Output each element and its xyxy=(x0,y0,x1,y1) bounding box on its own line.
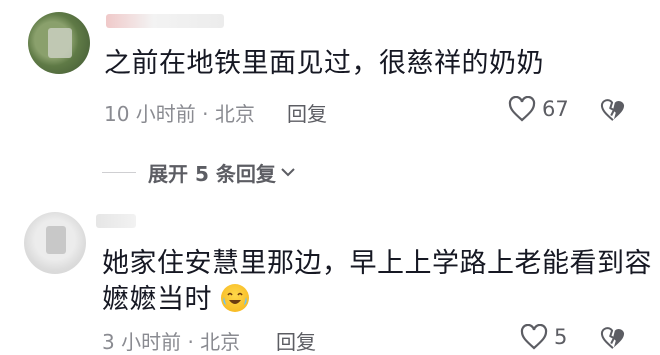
chevron-down-icon xyxy=(281,168,295,177)
laughing-crying-emoji-icon xyxy=(221,283,250,312)
broken-heart-icon xyxy=(600,327,625,349)
expand-replies-label[interactable]: 展开 5 条回复 xyxy=(148,158,276,187)
dislike-button[interactable] xyxy=(600,98,626,126)
comment-meta: 3 小时前 · 北京 xyxy=(102,330,241,354)
avatar[interactable] xyxy=(24,212,86,274)
comment-text-line-2-text: 嬷嬷当时 xyxy=(102,284,212,315)
divider xyxy=(102,171,136,173)
like-count: 67 xyxy=(542,97,569,121)
username-redacted[interactable] xyxy=(106,14,224,28)
like-count: 5 xyxy=(554,325,568,349)
broken-heart-icon xyxy=(600,99,625,121)
avatar-blur xyxy=(48,28,72,58)
dislike-button[interactable] xyxy=(600,326,626,354)
expand-replies[interactable]: 展开 5 条回复 xyxy=(102,157,296,187)
comment-text-line-1: 她家住安慧里那边，早上上学路上老能看到容 xyxy=(102,248,652,279)
heart-icon xyxy=(520,324,548,350)
like-button[interactable]: 67 xyxy=(508,96,569,122)
avatar[interactable] xyxy=(28,12,90,74)
comment-text-line-2: 嬷嬷当时 xyxy=(102,280,250,320)
reply-button[interactable]: 回复 xyxy=(276,326,316,355)
avatar-blur xyxy=(46,226,66,254)
reply-button[interactable]: 回复 xyxy=(287,98,327,127)
heart-icon xyxy=(508,96,536,122)
comment-text: 之前在地铁里面见过，很慈祥的奶奶 xyxy=(104,48,544,79)
username-redacted[interactable] xyxy=(96,214,136,228)
like-button[interactable]: 5 xyxy=(520,324,567,350)
comment-meta: 10 小时前 · 北京 xyxy=(104,102,255,126)
